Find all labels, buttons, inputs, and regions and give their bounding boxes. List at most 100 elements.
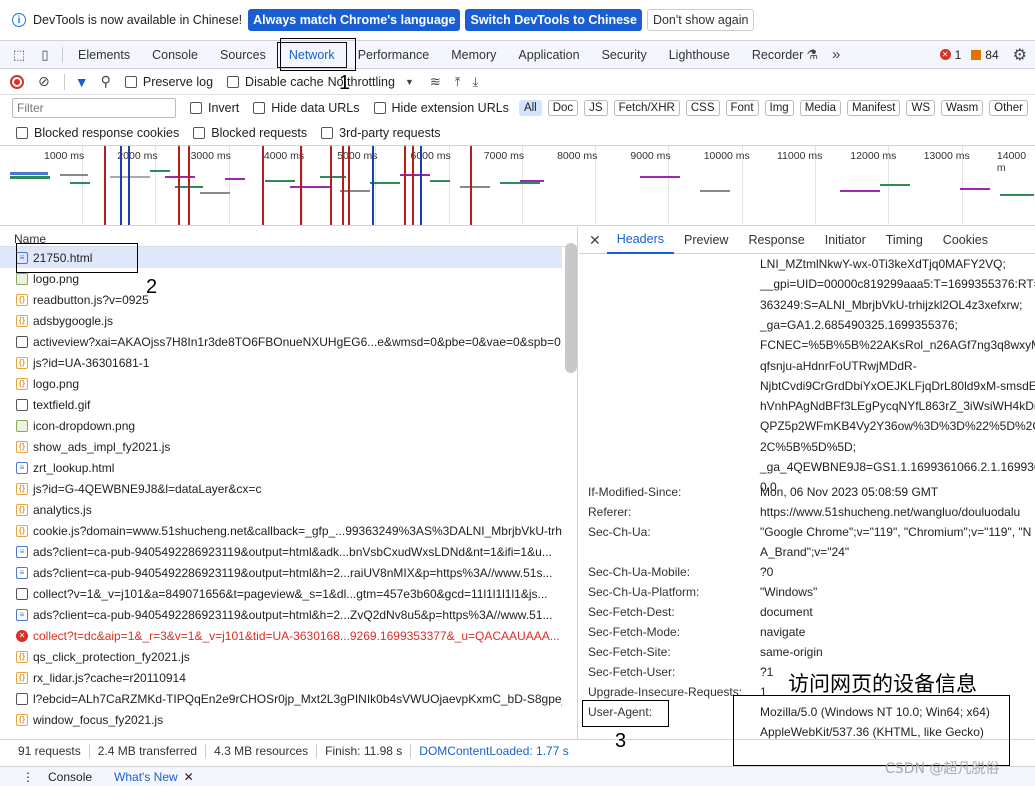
type-filter-all[interactable]: All <box>518 100 542 116</box>
network-conditions-icon[interactable]: ≋ <box>430 74 441 90</box>
type-filter-other[interactable]: Other <box>989 100 1028 116</box>
request-row[interactable]: {} readbutton.js?v=0925 <box>0 289 562 310</box>
timeline-request-bar <box>880 184 910 186</box>
request-row[interactable]: ≡ ads?client=ca-pub-9405492286923119&outp… <box>0 562 562 583</box>
tab-memory[interactable]: Memory <box>440 41 507 69</box>
header-value: "Google Chrome";v="119", "Chromium";v="1… <box>760 525 1032 539</box>
request-row[interactable]: activeview?xai=AKAOjss7H8In1r3de8TO6FBOn… <box>0 331 562 352</box>
tab-response[interactable]: Response <box>738 227 814 254</box>
dcl-event-marker <box>120 146 122 225</box>
request-row[interactable]: {} js?id=UA-36301681-1 <box>0 352 562 373</box>
tab-elements[interactable]: Elements <box>67 41 141 69</box>
close-drawer-tab-icon[interactable]: ✕ <box>184 770 194 784</box>
list-scrollbar[interactable] <box>565 243 577 373</box>
type-filter-wasm[interactable]: Wasm <box>941 100 984 116</box>
tab-recorder[interactable]: Recorder <box>741 41 814 69</box>
error-count[interactable]: 1 <box>955 48 962 62</box>
request-row[interactable]: l?ebcid=ALh7CaRZMKd-TIPQqEn2e9rCHOSr0jp_… <box>0 688 562 709</box>
search-icon[interactable]: ⚲ <box>101 73 111 90</box>
gear-icon[interactable]: ⚙ <box>1013 45 1027 65</box>
device-toolbar-icon[interactable]: ▯ <box>32 47 58 63</box>
request-row[interactable]: {} rx_lidar.js?cache=r20110914 <box>0 667 562 688</box>
type-filter-js[interactable]: JS <box>584 100 608 116</box>
tab-sources[interactable]: Sources <box>209 41 277 69</box>
hide-extension-urls-checkbox[interactable] <box>373 102 386 114</box>
request-row[interactable]: {} logo.png <box>0 373 562 394</box>
type-filter-manifest[interactable]: Manifest <box>847 100 901 116</box>
request-row[interactable]: ≡ ads?client=ca-pub-9405492286923119&outp… <box>0 604 562 625</box>
export-har-icon[interactable]: ⤓ <box>473 74 479 90</box>
tab-initiator[interactable]: Initiator <box>815 227 876 254</box>
header-name: Upgrade-Insecure-Requests: <box>588 685 743 699</box>
error-icon: ✕ <box>939 49 951 60</box>
preserve-log-checkbox[interactable] <box>124 75 137 88</box>
type-filter-doc[interactable]: Doc <box>547 100 579 116</box>
header-name: Sec-Fetch-Site: <box>588 645 671 659</box>
request-row[interactable]: textfield.gif <box>0 394 562 415</box>
type-filter-media[interactable]: Media <box>799 100 842 116</box>
header-name: Sec-Fetch-Mode: <box>588 625 681 639</box>
request-row[interactable]: {} adsbygoogle.js <box>0 310 562 331</box>
type-filter-font[interactable]: Font <box>725 100 759 116</box>
tab-preview[interactable]: Preview <box>674 227 738 254</box>
disable-cache-checkbox[interactable] <box>227 75 240 88</box>
timeline-request-bar <box>640 176 680 178</box>
request-row[interactable]: {} show_ads_impl_fy2021.js <box>0 436 562 457</box>
request-row[interactable]: {} window_focus_fy2021.js <box>0 709 562 730</box>
dont-show-again-button[interactable]: Don't show again <box>646 9 755 31</box>
type-filter-img[interactable]: Img <box>764 100 794 116</box>
request-row[interactable]: {} cookie.js?domain=www.51shucheng.net&ca… <box>0 520 562 541</box>
request-row[interactable]: ≡ ads?client=ca-pub-9405492286923119&outp… <box>0 541 562 562</box>
close-icon[interactable]: ✕ <box>589 232 601 249</box>
timeline-request-bar <box>430 180 450 182</box>
warning-count[interactable]: 84 <box>985 48 998 62</box>
tab-lighthouse[interactable]: Lighthouse <box>658 41 741 69</box>
clear-icon[interactable]: ⊘ <box>38 73 50 90</box>
request-row[interactable]: {} js?id=G-4QEWBNE9J8&l=dataLayer&cx=c <box>0 478 562 499</box>
timeline-request-bar <box>500 182 540 184</box>
invert-label: Invert <box>208 101 240 115</box>
tab-security[interactable]: Security <box>591 41 658 69</box>
request-name: window_focus_fy2021.js <box>33 712 164 727</box>
request-row[interactable]: icon-dropdown.png <box>0 415 562 436</box>
request-row[interactable]: {} qs_click_protection_fy2021.js <box>0 646 562 667</box>
switch-chinese-button[interactable]: Switch DevTools to Chinese <box>465 9 642 31</box>
import-har-icon[interactable]: ⤒ <box>455 74 461 90</box>
drawer-tab-console[interactable]: Console <box>48 770 92 784</box>
tab-cookies[interactable]: Cookies <box>933 227 998 254</box>
type-filter-fetch[interactable]: Fetch/XHR <box>613 100 680 116</box>
third-party-checkbox[interactable] <box>321 127 334 139</box>
caret-down-icon[interactable]: ▼ <box>405 77 414 87</box>
request-row[interactable]: {} analytics.js <box>0 499 562 520</box>
script-file-icon: {} <box>16 314 28 327</box>
header-name: Referer: <box>588 505 632 519</box>
network-overview-timeline[interactable]: 1000 ms 2000 ms 3000 ms 4000 ms 5000 ms 6000 … <box>0 146 1035 226</box>
resources-size: 4.3 MB resources <box>206 743 318 758</box>
tab-application[interactable]: Application <box>507 41 590 69</box>
throttling-select[interactable]: No throttling <box>328 75 395 89</box>
request-row[interactable]: collect?v=1&_v=j101&a=849071656&t=pagevi… <box>0 583 562 604</box>
blocked-requests-checkbox[interactable] <box>193 127 206 139</box>
invert-checkbox[interactable] <box>190 102 202 114</box>
filter-icon[interactable]: ▼ <box>75 74 89 90</box>
tab-console[interactable]: Console <box>141 41 209 69</box>
filter-input[interactable] <box>12 98 176 118</box>
drawer-tab-whats-new[interactable]: What's New <box>114 770 178 784</box>
load-event-marker <box>178 146 180 225</box>
drawer-menu-icon[interactable]: ⋮ <box>22 770 34 784</box>
request-row[interactable]: ≡ zrt_lookup.html <box>0 457 562 478</box>
blocked-cookies-checkbox[interactable] <box>16 127 28 139</box>
record-icon[interactable] <box>10 74 24 89</box>
type-filter-css[interactable]: CSS <box>685 100 720 116</box>
inspect-element-icon[interactable]: ⬚ <box>6 47 32 63</box>
tab-performance[interactable]: Performance <box>347 41 441 69</box>
match-language-button[interactable]: Always match Chrome's language <box>248 9 461 31</box>
more-tabs-icon[interactable]: » <box>832 46 840 63</box>
timeline-request-bar <box>840 190 880 192</box>
cookie-header-value-line: qfsnju-aHdnrFoUTRwjMDdR- <box>760 358 917 373</box>
tab-timing[interactable]: Timing <box>876 227 933 254</box>
tab-headers[interactable]: Headers <box>606 227 674 254</box>
type-filter-ws[interactable]: WS <box>906 100 936 116</box>
hide-data-urls-checkbox[interactable] <box>253 102 266 114</box>
request-row[interactable]: ✕ collect?t=dc&aip=1&_r=3&v=1&_v=j101&tid… <box>0 625 562 646</box>
